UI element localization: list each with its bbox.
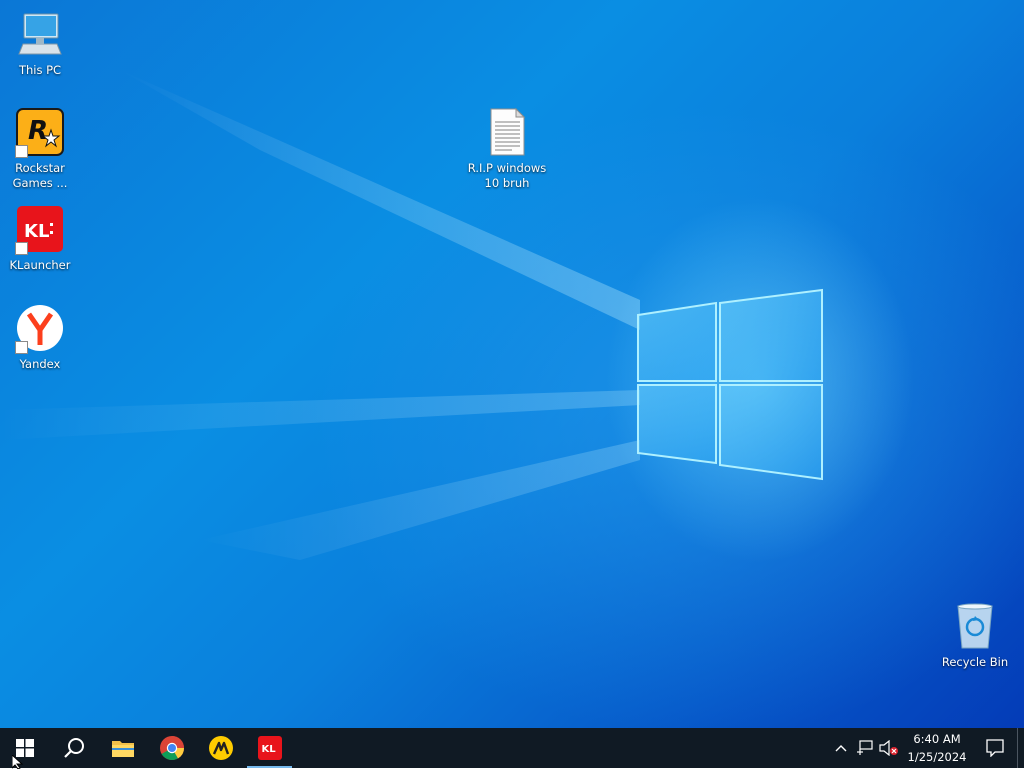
file-explorer-button[interactable]	[98, 728, 147, 768]
svg-text:KL: KL	[24, 221, 49, 242]
desktop-icon-recycle-bin[interactable]: Recycle Bin	[935, 602, 1015, 670]
chevron-up-icon	[835, 745, 847, 752]
clock[interactable]: 6:40 AM 1/25/2024	[901, 728, 973, 768]
desktop-icon-klauncher[interactable]: KL KLauncher	[0, 205, 80, 273]
desktop-icon-yandex[interactable]: Yandex	[0, 304, 80, 372]
text-document-icon	[482, 107, 532, 158]
desktop-icon-text-document[interactable]: R.I.P windows 10 bruh	[467, 107, 547, 191]
show-desktop-button[interactable]	[1017, 728, 1024, 768]
klauncher-icon: KL	[257, 736, 282, 760]
shortcut-arrow-icon	[15, 145, 28, 158]
desktop-icon-label: R.I.P windows 10 bruh	[467, 161, 547, 190]
network-icon	[857, 740, 873, 755]
volume-button[interactable]	[877, 728, 901, 768]
action-center-button[interactable]	[973, 728, 1017, 768]
search-button[interactable]	[49, 728, 98, 768]
taskbar: KL 6:40 AM 1/25/2024	[0, 728, 1024, 768]
chrome-button[interactable]	[147, 728, 196, 768]
system-tray: 6:40 AM 1/25/2024	[829, 728, 1024, 768]
volume-muted-icon	[879, 740, 898, 756]
shortcut-arrow-icon	[15, 242, 28, 255]
klauncher-taskbar-button[interactable]: KL	[245, 728, 294, 768]
computer-icon	[15, 10, 65, 60]
svg-text:R: R	[28, 116, 48, 146]
network-button[interactable]	[853, 728, 877, 768]
clock-time: 6:40 AM	[913, 732, 961, 746]
start-button[interactable]	[0, 728, 49, 768]
search-icon	[63, 738, 84, 758]
yandex-market-button[interactable]	[196, 728, 245, 768]
desktop[interactable]: This PC R Rockstar Games ... KL KLaunche…	[0, 0, 1024, 768]
yandex-icon	[15, 304, 65, 354]
desktop-icon-label: Rockstar Games ...	[12, 161, 68, 190]
klauncher-icon: KL	[15, 205, 65, 255]
desktop-icon-this-pc[interactable]: This PC	[0, 10, 80, 78]
desktop-icon-label: Yandex	[19, 357, 61, 371]
windows-logo	[637, 288, 823, 481]
desktop-icon-label: This PC	[18, 63, 62, 77]
notification-icon	[986, 739, 1004, 757]
clock-date: 1/25/2024	[907, 750, 967, 764]
desktop-icon-label: KLauncher	[9, 258, 71, 272]
recycle-bin-icon	[950, 602, 1000, 652]
rockstar-games-icon: R	[15, 108, 65, 158]
yandex-market-icon	[208, 736, 233, 760]
show-hidden-icons-button[interactable]	[829, 728, 853, 768]
chrome-icon	[159, 736, 184, 761]
shortcut-arrow-icon	[15, 341, 28, 354]
folder-icon	[111, 741, 134, 757]
mouse-cursor-icon	[12, 755, 24, 769]
svg-text:KL: KL	[261, 744, 276, 755]
desktop-icon-label: Recycle Bin	[941, 655, 1009, 669]
desktop-icon-rockstar-games[interactable]: R Rockstar Games ...	[0, 108, 80, 191]
